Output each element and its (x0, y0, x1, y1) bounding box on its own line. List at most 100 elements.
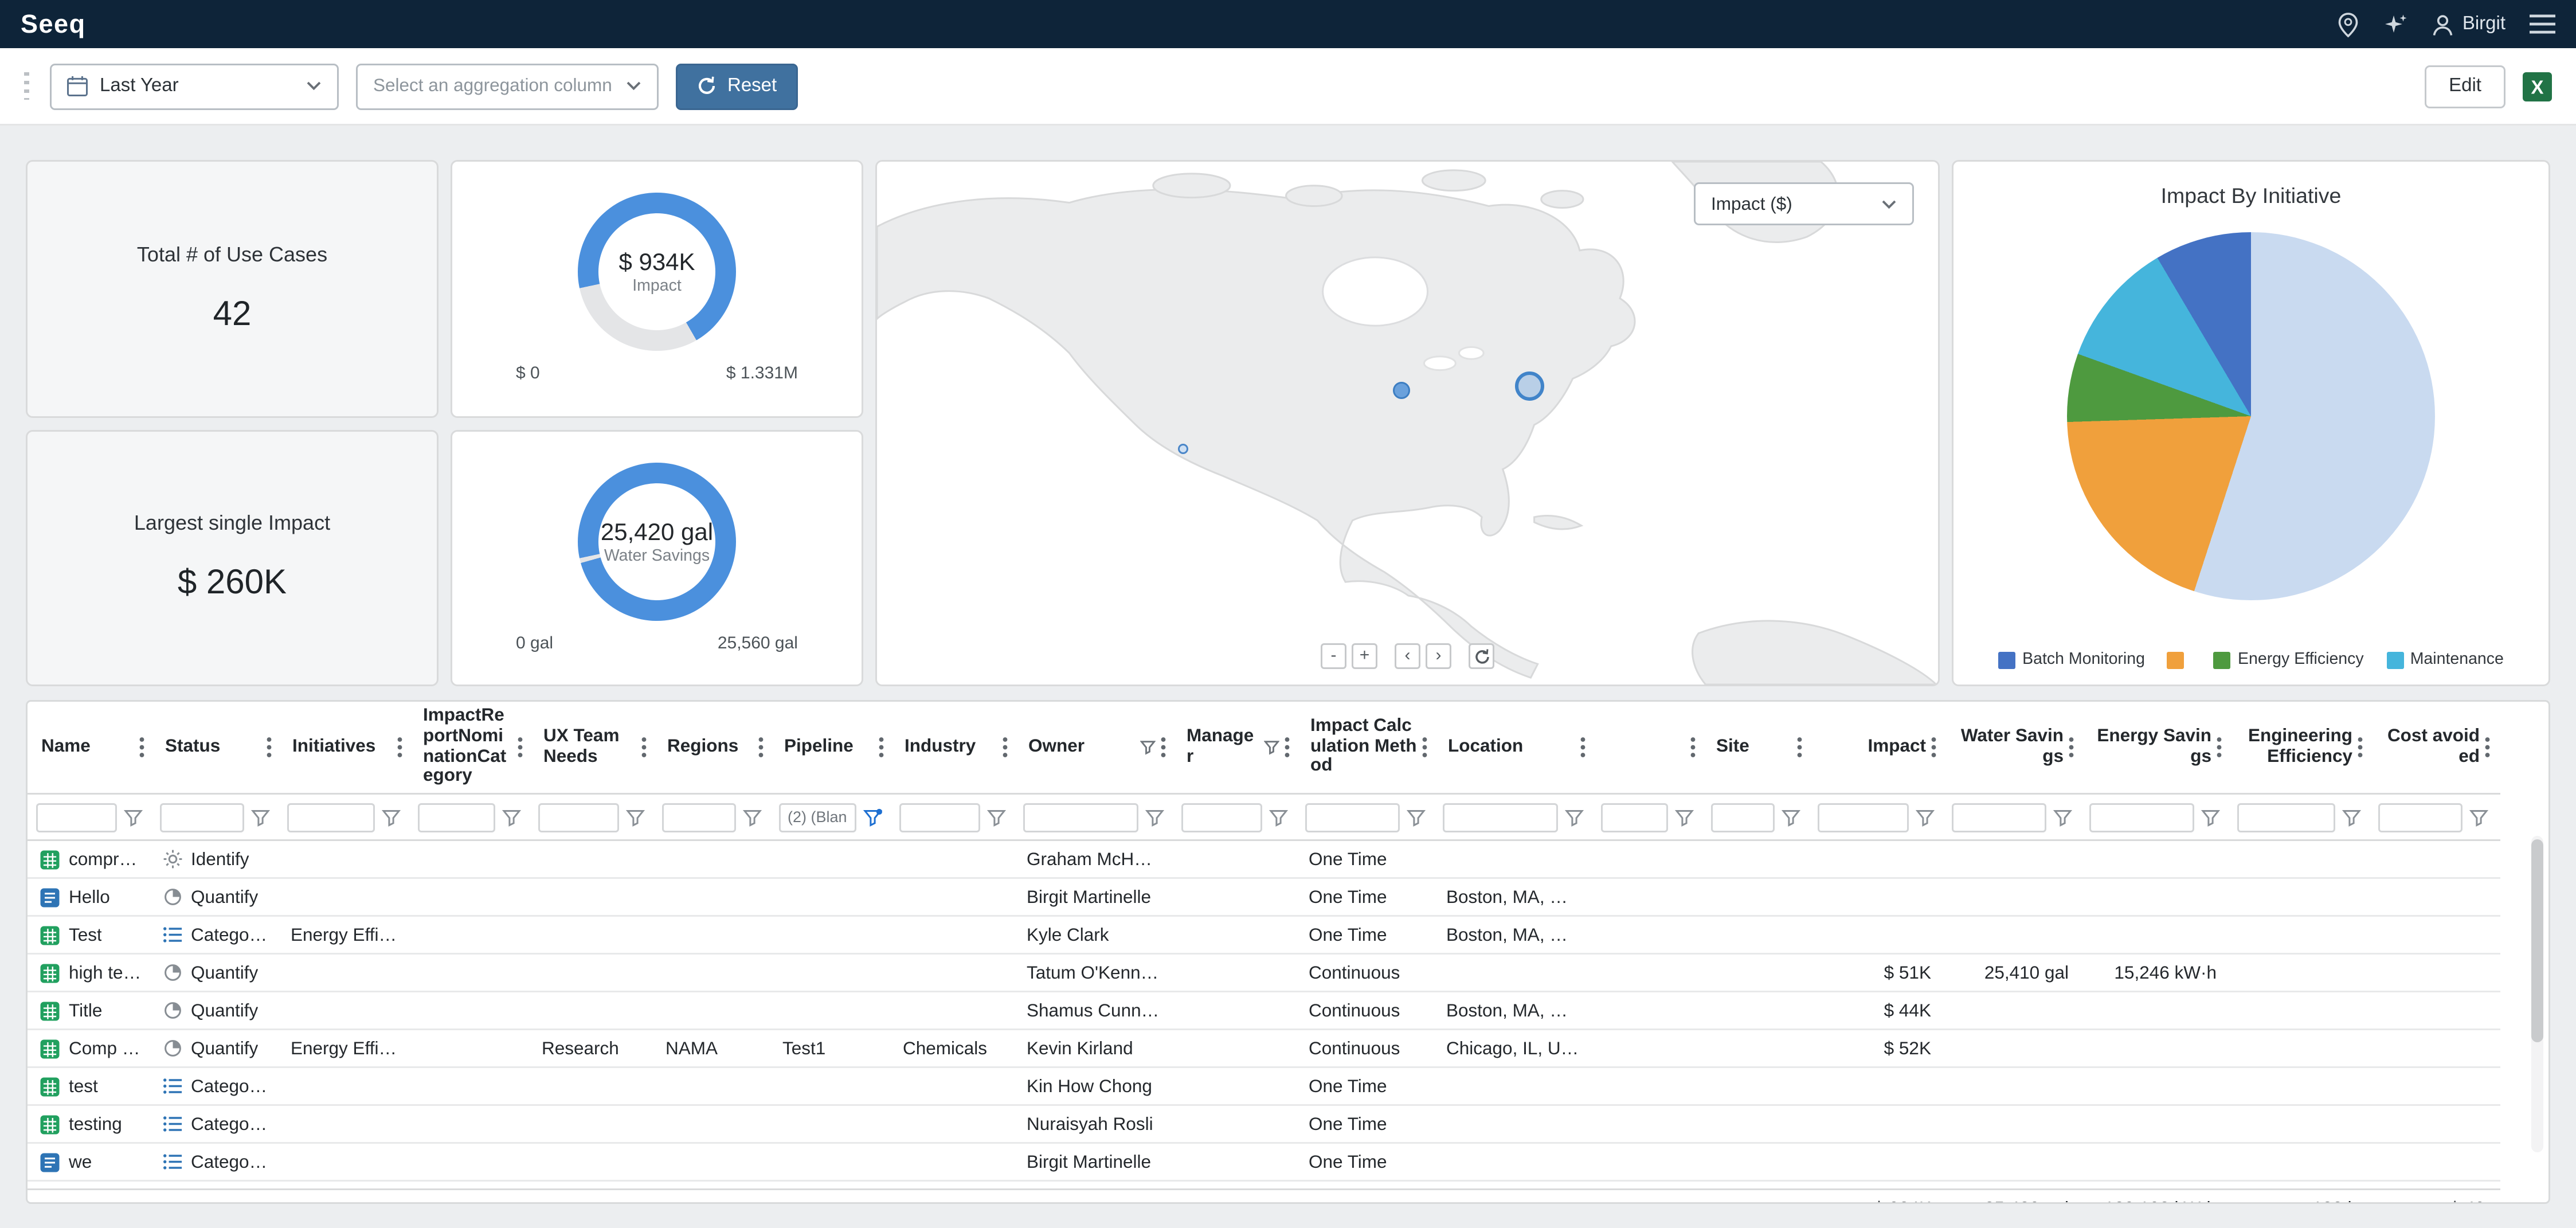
column-menu-icon[interactable] (758, 736, 764, 758)
column-header-impact[interactable]: Impact (1809, 731, 1943, 764)
column-header-owner[interactable]: Owner (1015, 731, 1173, 764)
column-header-water[interactable]: Water Savings (1943, 722, 2081, 773)
pan-left-button[interactable]: ‹ (1395, 643, 1420, 669)
filter-input-calc[interactable] (1305, 803, 1400, 832)
table-row[interactable]: compressorIdentifyGraham McHa…One Time (28, 841, 2500, 879)
column-header-manager[interactable]: Manager (1173, 722, 1297, 773)
column-menu-icon[interactable] (2069, 736, 2074, 758)
legend-item[interactable]: Maintenance (2386, 650, 2504, 669)
filter-input-impact[interactable] (1818, 803, 1909, 832)
filter-input-name[interactable] (36, 803, 117, 832)
column-menu-icon[interactable] (1931, 736, 1936, 758)
map-marker-large[interactable] (1515, 371, 1544, 401)
table-row[interactable]: weCategorizeBirgit MartinelleOne Time (28, 1144, 2500, 1182)
active-filter-funnel-icon[interactable] (863, 808, 882, 827)
date-range-select[interactable]: Last Year (50, 63, 339, 109)
pan-right-button[interactable]: › (1426, 643, 1451, 669)
filter-funnel-icon[interactable] (1916, 808, 1935, 827)
column-menu-icon[interactable] (1797, 736, 1802, 758)
filter-funnel-icon[interactable] (1675, 808, 1694, 827)
filter-input-status[interactable] (160, 803, 244, 832)
filter-input-energy[interactable] (2089, 803, 2194, 832)
table-row[interactable]: HelloQuantifyBirgit MartinelleOne TimeBo… (28, 879, 2500, 917)
filter-input-blank[interactable] (1601, 803, 1668, 832)
map-marker-small[interactable] (1178, 444, 1188, 454)
column-menu-icon[interactable] (1285, 736, 1290, 758)
user-menu[interactable]: Birgit (2432, 13, 2505, 36)
map-marker-medium[interactable] (1393, 382, 1410, 399)
filter-input-nomination[interactable] (418, 803, 495, 832)
map-reset-view-button[interactable] (1469, 643, 1494, 669)
filter-funnel-icon[interactable] (2342, 808, 2361, 827)
column-header-site[interactable]: Site (1702, 731, 1809, 764)
filter-input-owner[interactable] (1023, 803, 1138, 832)
filter-input-site[interactable] (1711, 803, 1775, 832)
zoom-out-button[interactable]: - (1321, 643, 1346, 669)
column-header-nomination[interactable]: ImpactReportNominationCategory (409, 702, 530, 793)
legend-item[interactable] (2167, 651, 2191, 668)
column-header-industry[interactable]: Industry (891, 731, 1015, 764)
table-row[interactable]: TitleQuantifyShamus Cunni…ContinuousBost… (28, 992, 2500, 1030)
filter-input-regions[interactable] (662, 803, 736, 832)
filter-funnel-icon[interactable] (1565, 808, 1584, 827)
location-pin-icon[interactable] (2337, 11, 2359, 37)
filter-funnel-icon[interactable] (743, 808, 762, 827)
filter-input-uxteam[interactable] (538, 803, 619, 832)
filter-funnel-icon[interactable] (382, 808, 401, 827)
zoom-in-button[interactable]: + (1352, 643, 1377, 669)
reset-button[interactable]: Reset (676, 63, 797, 109)
map-metric-select[interactable]: Impact ($) (1694, 182, 1914, 225)
filter-input-industry[interactable] (899, 803, 980, 832)
legend-item[interactable]: Batch Monitoring (1998, 650, 2145, 669)
column-header-blank[interactable] (1592, 731, 1702, 764)
filter-funnel-icon[interactable] (1145, 808, 1164, 827)
table-row[interactable]: TestCategorizeEnergy Efficien…Kyle Clark… (28, 917, 2500, 955)
column-header-calc[interactable]: Impact Calculation Method (1297, 712, 1434, 783)
filter-funnel-icon[interactable] (2469, 808, 2488, 827)
column-menu-icon[interactable] (1161, 736, 1166, 758)
filter-funnel-icon[interactable] (1782, 808, 1800, 827)
column-menu-icon[interactable] (2217, 736, 2222, 758)
filter-input-pipeline[interactable] (779, 803, 856, 832)
column-header-eng[interactable]: Engineering Efficiency (2229, 722, 2370, 773)
column-header-uxteam[interactable]: UX Team Needs (530, 722, 653, 773)
filter-funnel-icon[interactable] (2201, 808, 2220, 827)
filter-funnel-icon[interactable] (124, 808, 143, 827)
column-menu-icon[interactable] (1580, 736, 1585, 758)
column-menu-icon[interactable] (1690, 736, 1696, 758)
column-menu-icon[interactable] (2485, 736, 2490, 758)
north-america-map[interactable] (877, 162, 1938, 685)
column-menu-icon[interactable] (518, 736, 523, 758)
filter-funnel-icon[interactable] (251, 808, 270, 827)
impact-by-initiative-pie[interactable] (2067, 232, 2435, 600)
filter-funnel-icon[interactable] (2053, 808, 2072, 827)
table-row[interactable]: Comp PowerQuantifyEnergy Efficien…Resear… (28, 1030, 2500, 1068)
column-header-pipeline[interactable]: Pipeline (770, 731, 891, 764)
table-row[interactable]: testingCategorizeNuraisyah RosliOne Time (28, 1106, 2500, 1144)
column-header-energy[interactable]: Energy Savings (2081, 722, 2229, 773)
column-menu-icon[interactable] (2358, 736, 2363, 758)
filter-input-initiatives[interactable] (287, 803, 375, 832)
drag-handle[interactable] (24, 72, 29, 100)
sparkle-ai-icon[interactable] (2383, 12, 2407, 36)
filter-funnel-icon[interactable] (987, 808, 1006, 827)
column-header-initiatives[interactable]: Initiatives (279, 731, 409, 764)
column-menu-icon[interactable] (397, 736, 402, 758)
column-menu-icon[interactable] (1422, 736, 1427, 758)
seeq-logo[interactable]: Seeq (21, 10, 86, 39)
filter-input-eng[interactable] (2237, 803, 2335, 832)
filter-input-cost[interactable] (2378, 803, 2463, 832)
filter-input-location[interactable] (1443, 803, 1558, 832)
column-menu-icon[interactable] (139, 736, 144, 758)
aggregation-column-select[interactable]: Select an aggregation column (356, 63, 659, 109)
table-row[interactable]: high temp idQuantifyTatum O'Kenn…Continu… (28, 955, 2500, 992)
column-menu-icon[interactable] (267, 736, 272, 758)
filter-funnel-icon[interactable] (502, 808, 521, 827)
filter-funnel-icon[interactable] (1269, 808, 1288, 827)
legend-item[interactable]: Energy Efficiency (2214, 650, 2364, 669)
filter-funnel-icon[interactable] (1407, 808, 1426, 827)
column-header-regions[interactable]: Regions (653, 731, 770, 764)
column-header-name[interactable]: Name (28, 731, 151, 764)
column-menu-icon[interactable] (641, 736, 647, 758)
column-header-cost[interactable]: Cost avoided (2370, 722, 2497, 773)
